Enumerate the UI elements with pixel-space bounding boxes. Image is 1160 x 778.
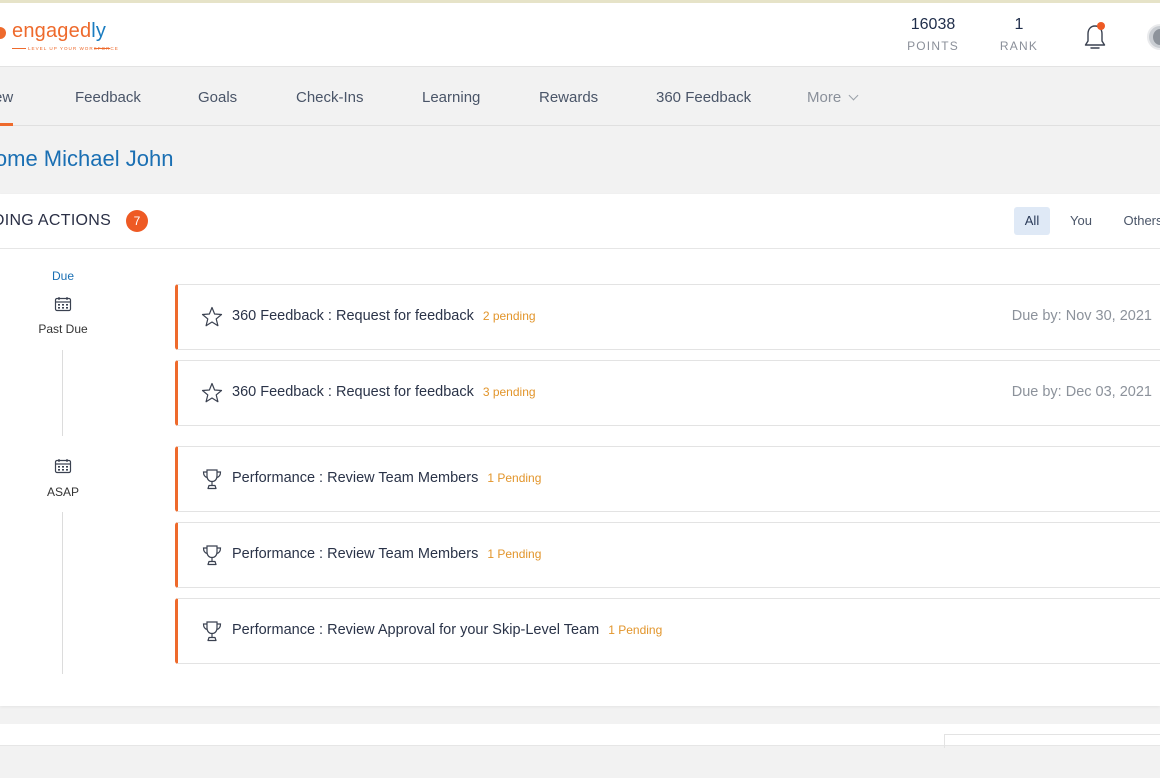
next-section-card <box>0 724 1160 748</box>
chevron-down-icon <box>848 90 859 101</box>
nav-tab-overview[interactable]: ew <box>0 68 14 126</box>
user-avatar[interactable] <box>1147 24 1160 50</box>
pending-actions-header: NDING ACTIONS 7 All You Others <box>0 194 1160 249</box>
nav-tab-goals[interactable]: Goals <box>198 68 237 126</box>
nav-tab-feedback[interactable]: Feedback <box>75 68 141 126</box>
calendar-icon <box>54 458 72 474</box>
rank-stat[interactable]: 1 RANK <box>994 16 1044 53</box>
nav-tab-learning[interactable]: Learning <box>422 68 480 126</box>
points-value: 16038 <box>910 16 956 33</box>
action-pending-count: 2 pending <box>482 309 536 323</box>
pending-actions-card: NDING ACTIONS 7 All You Others Due Past … <box>0 194 1160 706</box>
timeline-connector <box>62 350 63 436</box>
nav-tab-check-ins[interactable]: Check-Ins <box>296 68 364 126</box>
action-title: 360 Feedback : Request for feedback <box>232 308 474 324</box>
points-label: POINTS <box>907 39 959 53</box>
app-header: engagedly LEVEL UP YOUR WORKFORCE 16038 … <box>0 3 1160 67</box>
action-due-date: Due by: Dec 03, 2021 <box>1011 384 1152 400</box>
nav-more-label: More <box>807 89 842 106</box>
welcome-heading: lcome Michael John <box>0 146 174 171</box>
pending-action-row[interactable]: Performance : Review Team Members 1 Pendi… <box>175 446 1160 512</box>
star-icon <box>201 305 223 329</box>
timeline-asap-label: ASAP <box>46 485 79 499</box>
logo-wordmark: engaged <box>12 20 92 42</box>
timeline-due-label: Due <box>51 269 74 283</box>
nav-tab-rewards[interactable]: Rewards <box>539 68 598 126</box>
trophy-icon <box>201 543 223 567</box>
action-pending-count: 3 pending <box>482 385 536 399</box>
logo-tagline-rule-left <box>12 48 26 49</box>
calendar-icon <box>54 296 72 312</box>
action-title: Performance : Review Team Members <box>232 546 479 562</box>
notifications-bell-icon[interactable] <box>1082 22 1108 52</box>
engagedly-logo[interactable]: engagedly LEVEL UP YOUR WORKFORCE <box>0 20 124 60</box>
pending-action-row[interactable]: Performance : Review Team Members 1 Pendi… <box>175 522 1160 588</box>
next-section-box <box>944 734 1160 748</box>
points-stat[interactable]: 16038 POINTS <box>900 16 966 53</box>
action-title: 360 Feedback : Request for feedback <box>232 384 474 400</box>
pending-actions-count-badge: 7 <box>126 210 148 232</box>
timeline-past-due-label: Past Due <box>38 322 88 336</box>
pending-action-row[interactable]: 360 Feedback : Request for feedback 3 pen… <box>175 360 1160 426</box>
main-nav: ew Feedback Goals Check-Ins Learning Rew… <box>0 68 1160 126</box>
rank-value: 1 <box>1014 16 1024 33</box>
action-pending-count: 1 Pending <box>487 547 542 561</box>
notification-dot <box>1097 22 1105 30</box>
action-due-date: Due by: Nov 30, 2021 <box>1011 308 1152 324</box>
logo-wordmark-accent: ly <box>91 20 107 42</box>
logo-tagline-rule-right <box>94 48 110 49</box>
pending-action-row[interactable]: Performance : Review Approval for your S… <box>175 598 1160 664</box>
filter-all-button[interactable]: All <box>1014 207 1050 235</box>
action-title: Performance : Review Approval for your S… <box>232 622 600 638</box>
pending-action-row[interactable]: 360 Feedback : Request for feedback 2 pen… <box>175 284 1160 350</box>
action-title: Performance : Review Team Members <box>232 470 479 486</box>
nav-more-dropdown[interactable]: More <box>807 68 859 126</box>
filter-others-button[interactable]: Others <box>1115 207 1160 235</box>
filter-you-button[interactable]: You <box>1062 207 1100 235</box>
pending-actions-title: NDING ACTIONS <box>0 212 112 229</box>
rank-label: RANK <box>999 39 1039 53</box>
action-pending-count: 1 Pending <box>487 471 542 485</box>
nav-tab-360-feedback[interactable]: 360 Feedback <box>656 68 751 126</box>
trophy-icon <box>201 619 223 643</box>
timeline-connector <box>62 512 63 674</box>
star-icon <box>201 381 223 405</box>
logo-dot-icon <box>0 27 6 39</box>
trophy-icon <box>201 467 223 491</box>
action-pending-count: 1 Pending <box>608 623 663 637</box>
